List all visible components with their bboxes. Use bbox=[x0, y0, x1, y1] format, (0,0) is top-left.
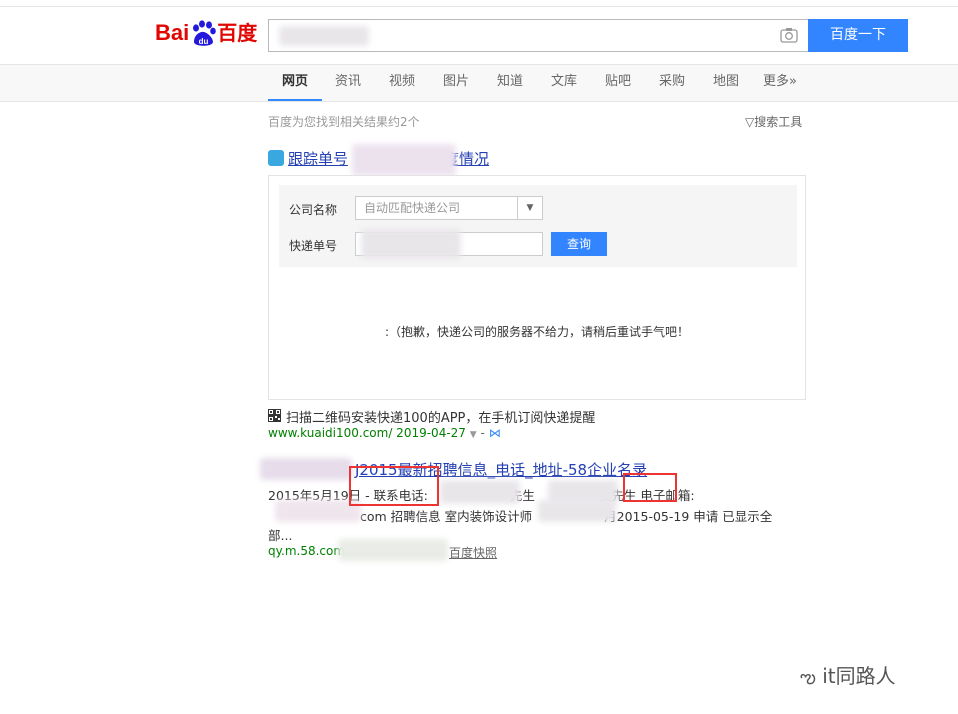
result2-url[interactable]: qy.m.58.com bbox=[268, 544, 345, 558]
tab-wenku[interactable]: 文库 bbox=[551, 65, 577, 99]
chevron-down-icon[interactable]: ▼ bbox=[517, 197, 542, 219]
result2-snapshot-link[interactable]: 百度快照 bbox=[449, 544, 497, 561]
tab-map[interactable]: 地图 bbox=[713, 65, 739, 99]
camera-icon[interactable] bbox=[780, 27, 798, 43]
tracking-form: 公司名称 自动匹配快递公司 ▼ 快递单号 查询 bbox=[279, 185, 797, 267]
baidu-logo[interactable]: Bai du 百度 bbox=[155, 13, 260, 53]
tab-more[interactable]: 更多» bbox=[763, 65, 797, 99]
tab-news[interactable]: 资讯 bbox=[335, 65, 361, 99]
result1-url[interactable]: www.kuaidi100.com/ 2019-04-27 ▼ - ⋈ bbox=[268, 426, 501, 440]
error-message: :（抱歉，快递公司的服务器不给力，请稍后重试手气吧！ bbox=[384, 325, 690, 339]
redacted-date bbox=[538, 500, 616, 522]
redacted-title bbox=[352, 144, 456, 176]
bow-icon: ⋈ bbox=[488, 426, 501, 440]
redacted-query bbox=[279, 26, 369, 46]
redacted-phone bbox=[440, 480, 520, 504]
company-label: 公司名称 bbox=[289, 203, 338, 217]
separator-dash: - bbox=[480, 426, 485, 440]
tab-tieba[interactable]: 贴吧 bbox=[605, 65, 631, 99]
result2-line2-b: 月2015-05-19 申请 已显示全 bbox=[604, 509, 773, 524]
highlight-box-name bbox=[623, 473, 677, 502]
logo-bai-text: Bai bbox=[155, 20, 190, 45]
result1-title-left: 跟踪单号 bbox=[288, 150, 349, 168]
result2-line2-a: com 招聘信息 室内装饰设计师 bbox=[360, 509, 533, 524]
paw-icon: du bbox=[193, 20, 217, 46]
result1-url-text: www.kuaidi100.com/ 2019-04-27 bbox=[268, 426, 466, 440]
tab-video[interactable]: 视频 bbox=[389, 65, 415, 99]
watermark: ఌ it同路人 bbox=[800, 660, 896, 692]
express-tracking-card: 公司名称 自动匹配快递公司 ▼ 快递单号 查询 :（抱歉，快递公司的服务器不给力… bbox=[268, 175, 806, 400]
query-button[interactable]: 查询 bbox=[551, 232, 607, 256]
redacted-url bbox=[338, 539, 448, 561]
kuaidi-favicon-icon bbox=[268, 150, 284, 166]
caret-down-icon[interactable]: ▼ bbox=[470, 430, 477, 440]
watermark-text: it同路人 bbox=[822, 664, 896, 688]
search-tools-label: 搜索工具 bbox=[754, 115, 803, 129]
qr-promo-text: 扫描二维码安装快递100的APP，在手机订阅快递提醒 bbox=[286, 411, 596, 426]
redacted-company bbox=[260, 458, 352, 480]
logo-chinese-text: 百度 bbox=[217, 21, 258, 45]
tab-images[interactable]: 图片 bbox=[443, 65, 469, 99]
qr-code-icon bbox=[268, 409, 281, 422]
search-button[interactable]: 百度一下 bbox=[808, 19, 908, 52]
search-box[interactable] bbox=[268, 19, 808, 52]
tab-caigou[interactable]: 采购 bbox=[659, 65, 685, 99]
nav-bar: 网页 资讯 视频 图片 知道 文库 贴吧 采购 地图 更多» bbox=[0, 64, 958, 102]
number-label: 快递单号 bbox=[289, 239, 338, 253]
redacted-number bbox=[361, 229, 461, 259]
tab-zhidao[interactable]: 知道 bbox=[497, 65, 523, 99]
top-border bbox=[0, 0, 958, 7]
logo-du-text: du bbox=[199, 37, 209, 46]
result-count: 百度为您找到相关结果约2个 bbox=[268, 115, 420, 129]
company-select-value: 自动匹配快递公司 bbox=[364, 201, 461, 215]
highlight-box-phone bbox=[349, 466, 439, 506]
company-select[interactable]: 自动匹配快递公司 ▼ bbox=[355, 196, 543, 220]
filter-icon: ▽ bbox=[745, 115, 755, 129]
result2-line3: 部... bbox=[268, 528, 293, 543]
tab-web[interactable]: 网页 bbox=[268, 65, 322, 101]
wechat-icon: ఌ bbox=[800, 667, 816, 688]
search-tools[interactable]: ▽搜索工具 bbox=[745, 113, 802, 130]
